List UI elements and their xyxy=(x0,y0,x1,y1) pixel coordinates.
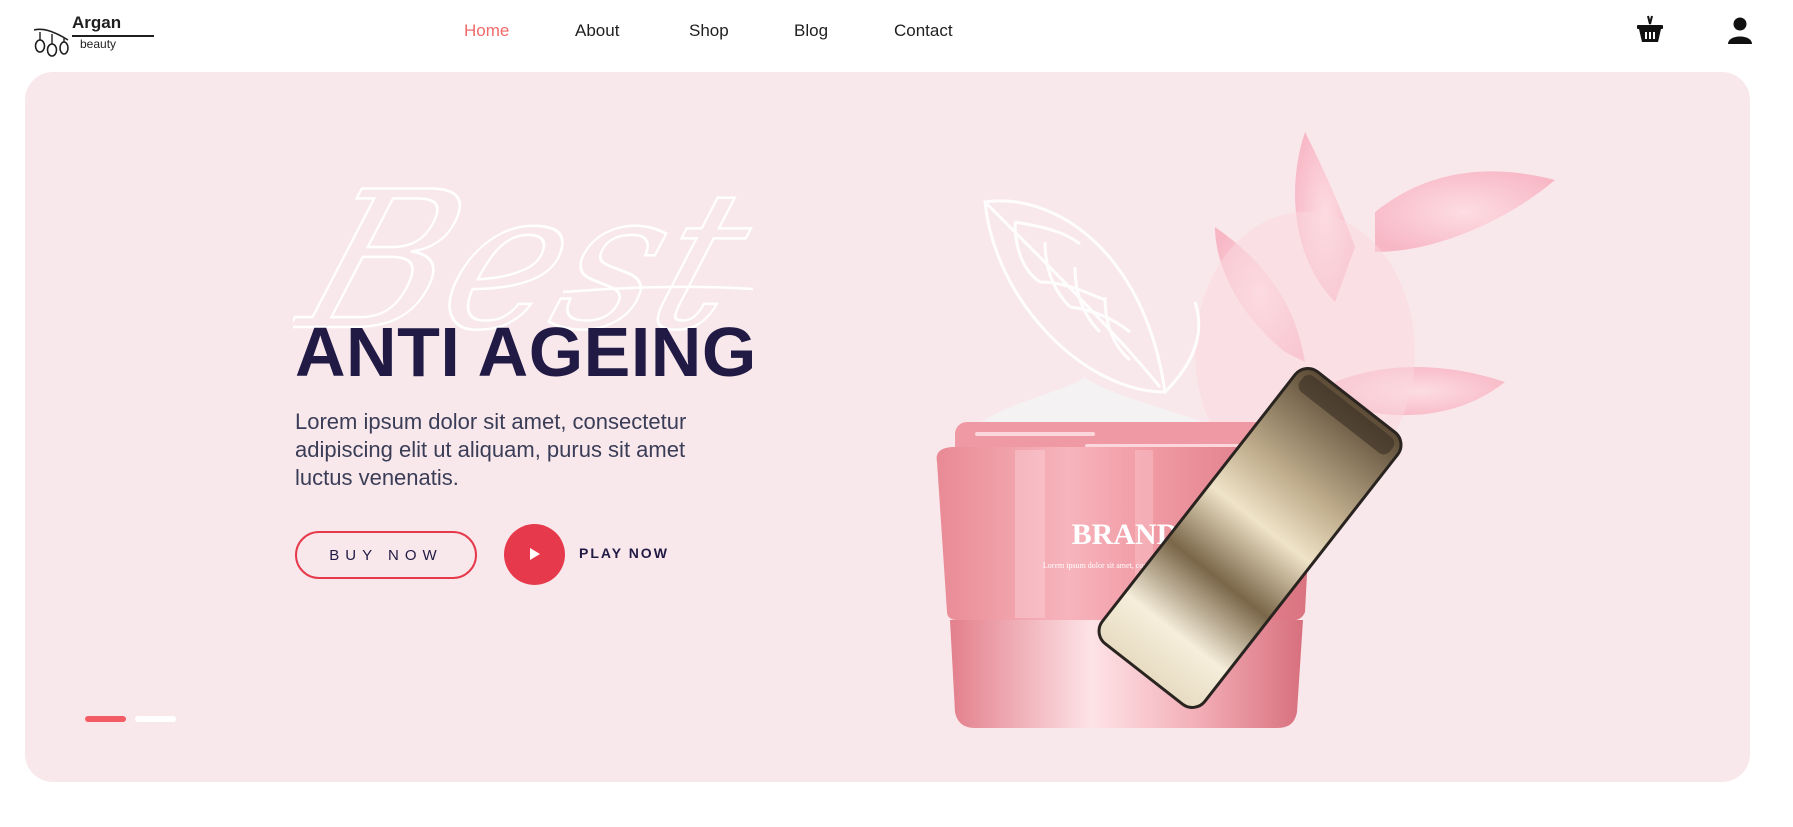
nav-shop[interactable]: Shop xyxy=(689,21,729,41)
product-illustration: BRAND Lorem ipsum dolor sit amet, consec… xyxy=(936,132,1555,728)
play-now-link[interactable]: PLAY NOW xyxy=(579,545,669,561)
nav-blog[interactable]: Blog xyxy=(794,21,828,41)
nav-home[interactable]: Home xyxy=(464,21,509,41)
hero-description: Lorem ipsum dolor sit amet, consectetur … xyxy=(295,409,687,490)
slide-indicator-2[interactable] xyxy=(135,716,176,722)
play-button[interactable] xyxy=(504,524,565,585)
slide-indicator-1[interactable] xyxy=(85,716,126,722)
hero-banner: Best ANTI AGEING Lorem ipsum dolor sit a… xyxy=(25,72,1750,782)
user-icon[interactable] xyxy=(1724,14,1756,46)
nav-about[interactable]: About xyxy=(575,21,619,41)
olive-branch-icon xyxy=(33,28,69,57)
logo-subtitle: beauty xyxy=(80,37,117,51)
hero-title: ANTI AGEING xyxy=(295,313,757,391)
basket-icon[interactable] xyxy=(1634,14,1666,46)
buy-now-button[interactable]: BUY NOW xyxy=(295,531,477,579)
logo[interactable]: Argan beauty xyxy=(32,12,154,62)
nav-contact[interactable]: Contact xyxy=(894,21,953,41)
logo-name: Argan xyxy=(72,13,122,32)
play-icon xyxy=(530,548,540,560)
